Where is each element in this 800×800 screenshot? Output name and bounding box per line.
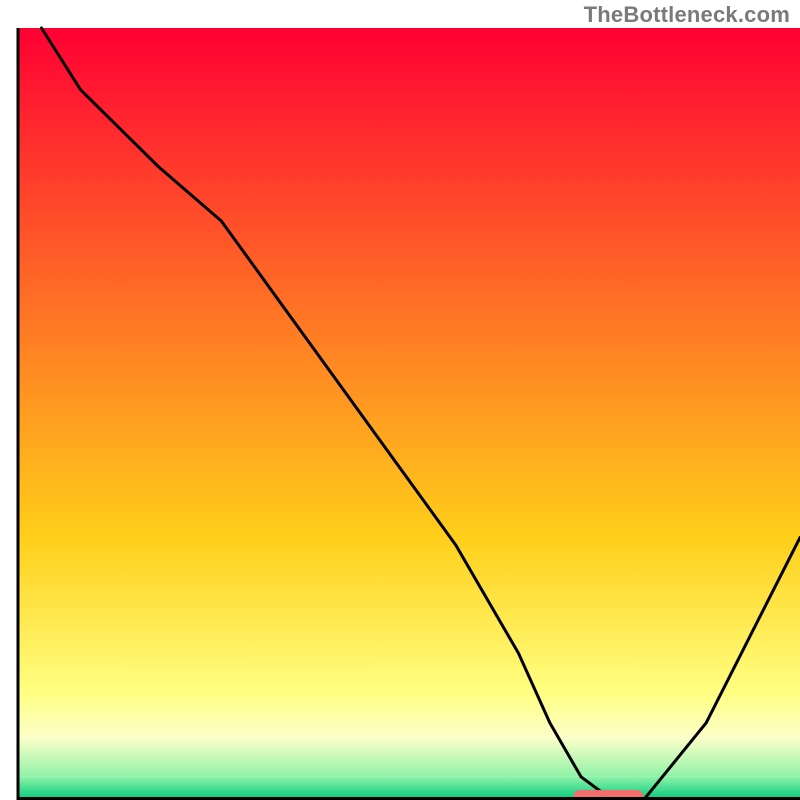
bottleneck-chart — [0, 0, 800, 800]
watermark-text: TheBottleneck.com — [584, 2, 790, 28]
gradient-band — [18, 777, 800, 800]
gradient-band — [18, 28, 800, 538]
gradient-band — [18, 692, 800, 738]
gradient-band — [18, 538, 800, 692]
gradient-band — [18, 738, 800, 777]
chart-container: TheBottleneck.com — [0, 0, 800, 800]
